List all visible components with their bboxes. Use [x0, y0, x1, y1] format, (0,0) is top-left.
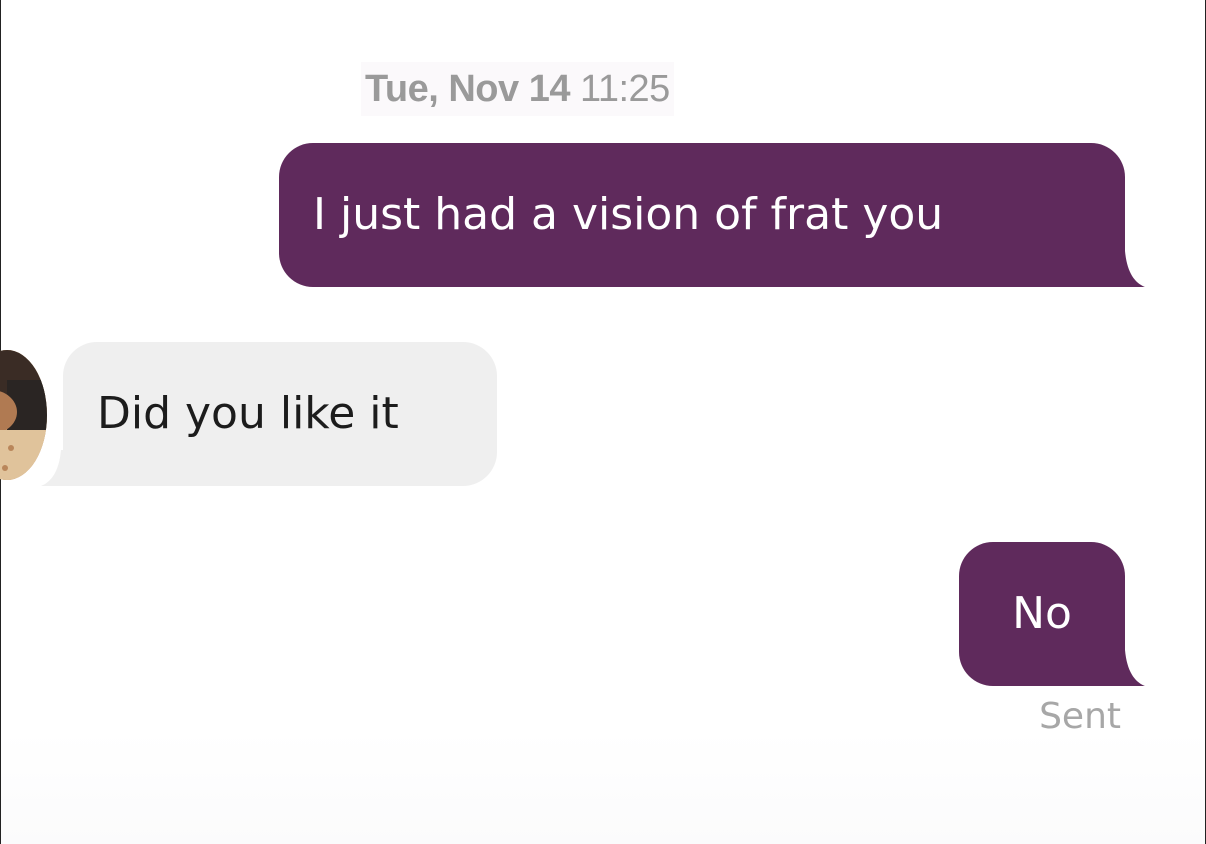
- user-avatar-icon: [0, 350, 47, 480]
- timestamp-time: 11:25: [580, 68, 670, 110]
- message-thread: Tue, Nov 14 11:25 I just had a vision of…: [0, 0, 1206, 844]
- message-timestamp: Tue, Nov 14 11:25: [361, 62, 674, 116]
- bubble-tail: [41, 450, 81, 486]
- outgoing-message-bubble[interactable]: I just had a vision of frat you: [279, 143, 1145, 287]
- timestamp-date: Tue, Nov 14: [365, 68, 570, 110]
- bubble-tail: [1105, 251, 1145, 287]
- outgoing-message-bubble[interactable]: No: [959, 542, 1145, 686]
- bubble-tail: [1105, 650, 1145, 686]
- incoming-message-bubble[interactable]: Did you like it: [41, 342, 497, 486]
- contact-avatar[interactable]: [0, 350, 47, 480]
- message-text: No: [1012, 588, 1072, 639]
- message-text: I just had a vision of frat you: [313, 189, 944, 240]
- message-text: Did you like it: [97, 388, 399, 439]
- delivery-status: Sent: [1039, 696, 1121, 737]
